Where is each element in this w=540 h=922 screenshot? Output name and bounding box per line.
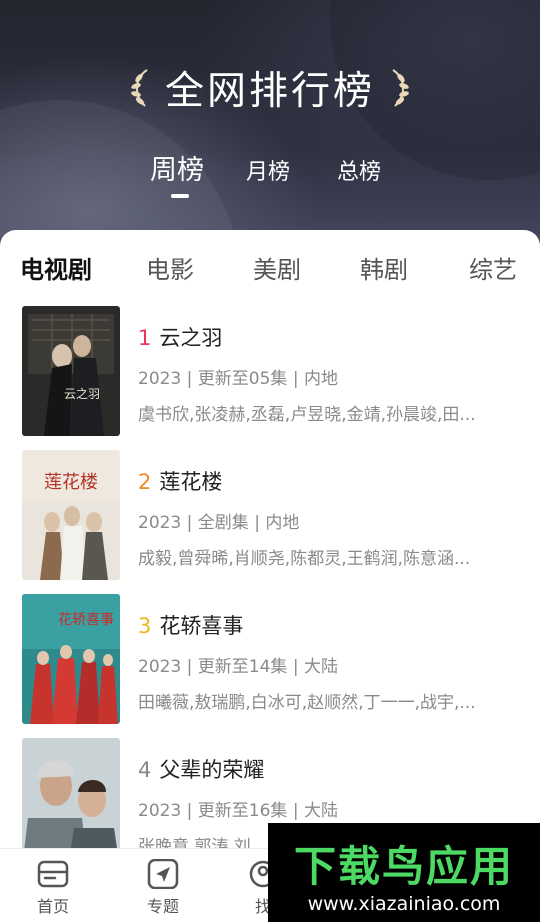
category-tabs: 电视剧 电影 美剧 韩剧 综艺 (0, 250, 540, 290)
watermark: 下载鸟应用 www.xiazainiao.com (268, 823, 540, 922)
poster-title-text: 云之羽 (64, 387, 100, 401)
navigation-icon (147, 859, 179, 889)
tab-korean-series[interactable]: 韩剧 (360, 250, 408, 285)
poster-title-text: 莲花楼 (44, 472, 98, 493)
poster-image: 莲花楼 (22, 450, 120, 580)
tab-variety[interactable]: 综艺 (469, 250, 517, 285)
item-cast: 田曦薇,敖瑞鹏,白冰可,赵顺然,丁一一,战宇,... (138, 693, 476, 713)
item-cast: 虞书欣,张凌赫,丞磊,卢昱晓,金靖,孙晨竣,田... (138, 405, 476, 425)
ranking-sheet: 电视剧 电影 美剧 韩剧 综艺 云之羽 1 云之羽 2023 | 更新至05集 … (0, 230, 540, 922)
list-item[interactable]: 莲花楼 2 莲花楼 2023 | 全剧集 | 内地 成毅,曾舜晞,肖顺尧,陈都灵,… (0, 450, 540, 580)
item-title: 云之羽 (159, 326, 223, 350)
laurel-right-icon (392, 69, 409, 107)
list-item[interactable]: 花轿喜事 3 花轿喜事 2023 | 更新至14集 | 大陆 田曦薇,敖瑞鹏,白冰… (0, 594, 540, 724)
watermark-url: www.xiazainiao.com (307, 893, 501, 915)
tab-overall[interactable]: 总榜 (337, 154, 381, 186)
page-title: 全网排行榜 (164, 69, 375, 114)
tab-tv-series[interactable]: 电视剧 (20, 250, 92, 285)
item-meta: 2023 | 更新至05集 | 内地 (138, 369, 338, 389)
tab-us-series[interactable]: 美剧 (253, 250, 301, 285)
poster-image: 云之羽 (22, 306, 120, 436)
watermark-logo-text: 下载鸟应用 (293, 842, 514, 891)
list-item[interactable]: 云之羽 1 云之羽 2023 | 更新至05集 | 内地 虞书欣,张凌赫,丞磊,卢… (0, 306, 540, 436)
laurel-left-icon (131, 69, 148, 107)
item-title: 花轿喜事 (159, 614, 244, 638)
nav-topics[interactable]: 专题 (128, 859, 198, 917)
rank-number: 4 (138, 758, 152, 782)
item-meta: 2023 | 更新至14集 | 大陆 (138, 657, 338, 677)
item-title: 莲花楼 (159, 470, 223, 494)
nav-label: 专题 (146, 897, 179, 916)
poster-image: 花轿喜事 (22, 594, 120, 724)
tab-monthly[interactable]: 月榜 (246, 154, 290, 186)
title-row: 全网排行榜 (0, 60, 540, 116)
active-tab-indicator (171, 194, 189, 198)
tab-weekly[interactable]: 周榜 (150, 148, 204, 187)
home-icon (37, 860, 69, 888)
item-cast: 成毅,曾舜晞,肖顺尧,陈都灵,王鹤润,陈意涵... (138, 549, 471, 569)
rank-number: 1 (138, 326, 152, 350)
poster-title-text: 花轿喜事 (58, 612, 114, 628)
header-banner: 全网排行榜 周榜 月榜 总榜 (0, 0, 540, 250)
nav-home[interactable]: 首页 (18, 859, 88, 917)
rank-number: 3 (138, 614, 152, 638)
rank-number: 2 (138, 470, 152, 494)
decor-circle (0, 100, 240, 250)
nav-label: 首页 (36, 897, 69, 916)
item-meta: 2023 | 更新至16集 | 大陆 (138, 801, 338, 821)
item-meta: 2023 | 全剧集 | 内地 (138, 513, 300, 533)
item-title: 父辈的荣耀 (159, 758, 265, 782)
tab-movies[interactable]: 电影 (146, 250, 194, 285)
